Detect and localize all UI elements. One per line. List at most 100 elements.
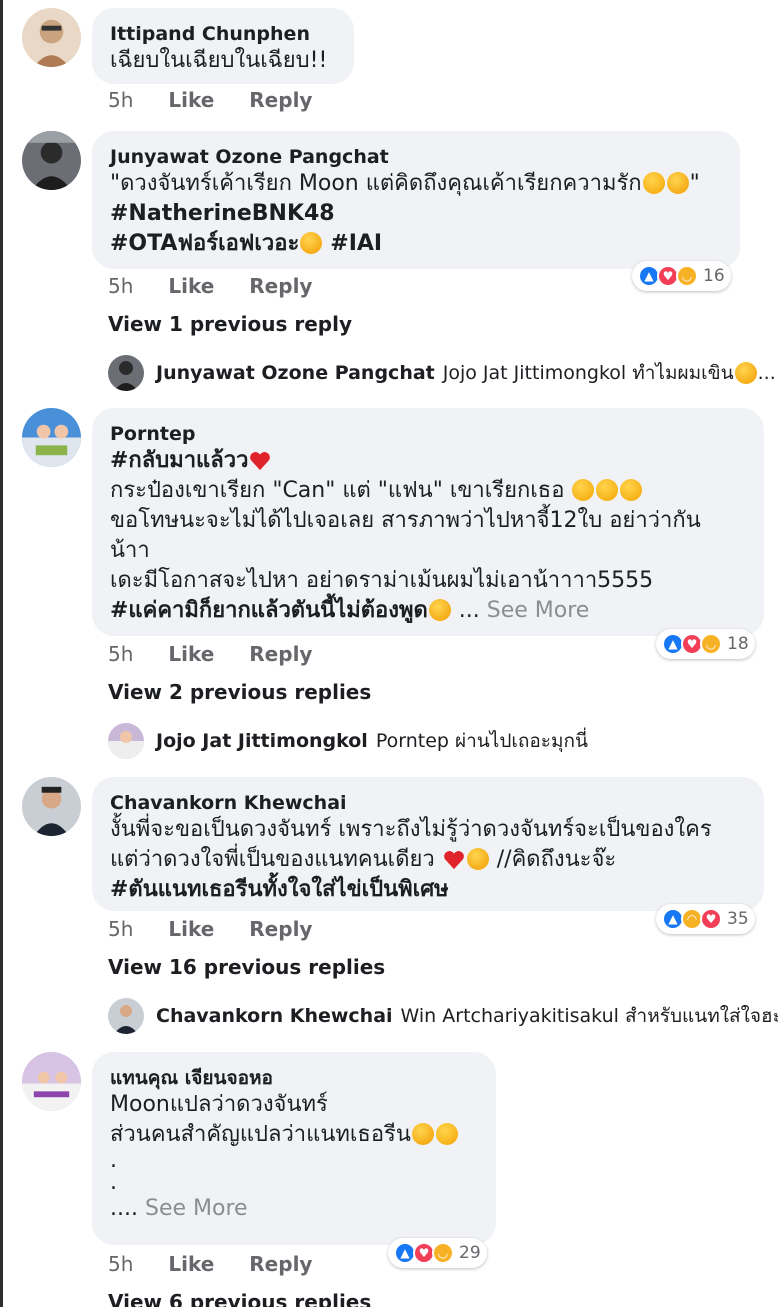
latest-reply[interactable]: Jojo Jat Jittimongkol Porntep ผ่านไปเถอะ… <box>108 723 588 759</box>
comment-meta: 5h Like Reply <box>108 1252 340 1276</box>
avatar[interactable] <box>22 777 81 836</box>
comment-text: แต่ว่าดวงใจพี่เป็นของแนทคนเดียว <box>110 847 435 872</box>
comment-text: เดะมีโอกาสจะไปหา อย่าดราม่าเม้นผมไม่เอาน… <box>110 568 654 593</box>
see-more-link[interactable]: See More <box>145 1196 248 1221</box>
comment-text-line: "ดวงจันทร์เค้าเรียก Moon แต่คิดถึงคุณเค้… <box>110 169 722 199</box>
reactions-badge[interactable]: ▲ ♥ ◡ 18 <box>656 629 755 659</box>
comment-bubble: Ittipand Chunphen เฉียบในเฉียบในเฉียบ!! <box>92 8 354 84</box>
comment-text: " <box>689 171 700 196</box>
reply-button[interactable]: Reply <box>249 642 312 666</box>
comment-author[interactable]: Chavankorn Khewchai <box>110 791 746 815</box>
kissing-face-icon <box>596 479 619 501</box>
see-more-link[interactable]: See More <box>487 598 590 623</box>
avatar[interactable] <box>108 355 144 391</box>
reactions-count: 18 <box>727 634 749 654</box>
latest-reply[interactable]: Junyawat Ozone Pangchat Jojo Jat Jittimo… <box>108 355 776 391</box>
comment-text-line: #แค่คามิก็ยากแล้วตันนี้ไม่ต้องพูด ... Se… <box>110 596 746 626</box>
avatar[interactable] <box>108 723 144 759</box>
avatar[interactable] <box>22 408 81 467</box>
comment-author[interactable]: Ittipand Chunphen <box>110 22 336 46</box>
comment-meta: 5h Like Reply <box>108 642 340 666</box>
reply-text: Porntep ผ่านไปเถอะมุกนี่ <box>375 730 589 752</box>
reply-author[interactable]: Chavankorn Khewchai <box>156 1005 393 1027</box>
like-button[interactable]: Like <box>168 1252 214 1276</box>
like-button[interactable]: Like <box>168 274 214 298</box>
comment-bubble: Porntep #กลับมาแล้วว กระป๋องเขาเรียก "Ca… <box>92 408 764 636</box>
reactions-count: 35 <box>727 909 749 929</box>
love-reaction-icon: ♥ <box>700 908 722 930</box>
red-heart-icon <box>250 452 271 471</box>
grinning-sweat-icon <box>734 362 757 384</box>
hashtag-link[interactable]: #แค่คามิก็ยากแล้วตันนี้ไม่ต้องพูด <box>110 598 428 623</box>
reply-ellipsis: ... <box>757 362 776 384</box>
comment-text: งั้นพี่จะขอเป็นดวงจันทร์ เพราะถึงไม่รู้ว… <box>110 817 712 842</box>
kissing-face-icon <box>572 479 595 501</box>
haha-reaction-icon: ◡ <box>700 633 722 655</box>
reactions-badge[interactable]: ▲ ♥ ◡ 16 <box>632 261 731 291</box>
comment-text-line: #กลับมาแล้วว <box>110 446 746 476</box>
comment-time[interactable]: 5h <box>108 917 133 941</box>
haha-reaction-icon: ◡ <box>432 1242 454 1264</box>
reply-author[interactable]: Junyawat Ozone Pangchat <box>156 362 435 384</box>
comment-text: กระป๋องเขาเรียก "Can" แต่ "แฟน" เขาเรียก… <box>110 478 565 503</box>
comment-text: ขอโทษนะจะไม่ได้ไปเจอเลย สารภาพว่าไปหาจี้… <box>110 508 701 533</box>
comment-text-line: #OTAฟอร์เอฟเวอะ #IAI <box>110 229 722 259</box>
reactions-count: 29 <box>459 1243 481 1263</box>
reactions-badge[interactable]: ▲ ◠ ♥ 35 <box>656 904 755 934</box>
comment-time[interactable]: 5h <box>108 642 133 666</box>
avatar[interactable] <box>108 998 144 1034</box>
reply-button[interactable]: Reply <box>249 88 312 112</box>
view-previous-replies-link[interactable]: View 1 previous reply <box>108 312 352 336</box>
comment-text-line: แต่ว่าดวงใจพี่เป็นของแนทคนเดียว //คิดถึง… <box>110 845 746 875</box>
hashtag-link[interactable]: #NatherineBNK48 <box>110 199 722 229</box>
hashtag-link[interactable]: #กลับมาแล้วว <box>110 448 248 473</box>
heart-eyes-icon <box>435 1123 458 1145</box>
like-button[interactable]: Like <box>168 917 214 941</box>
grinning-sweat-icon <box>411 1123 434 1145</box>
hashtag-link[interactable]: #IAI <box>330 231 382 256</box>
comment-text: . <box>110 1170 117 1195</box>
comment-bubble: Junyawat Ozone Pangchat "ดวงจันทร์เค้าเร… <box>92 131 740 269</box>
comment-meta: 5h Like Reply <box>108 917 340 941</box>
reactions-badge[interactable]: ▲ ♥ ◡ 29 <box>388 1238 487 1268</box>
ellipsis: ... <box>458 598 480 623</box>
reply-button[interactable]: Reply <box>249 1252 312 1276</box>
comment-bubble: แทนคุณ เจียนจอหอ Moonแปลว่าดวงจันทร์ ส่ว… <box>92 1052 496 1245</box>
victory-hand-icon <box>428 599 451 621</box>
reply-button[interactable]: Reply <box>249 274 312 298</box>
reply-author[interactable]: Jojo Jat Jittimongkol <box>156 730 368 752</box>
view-previous-replies-link[interactable]: View 2 previous replies <box>108 680 371 704</box>
comment-text-line: .... See More <box>110 1194 478 1224</box>
reactions-count: 16 <box>703 266 725 286</box>
comment-meta: 5h Like Reply <box>108 274 340 298</box>
comment-text: //คิดถึงนะจ๊ะ <box>496 847 617 872</box>
comment-author[interactable]: Porntep <box>110 422 746 446</box>
avatar[interactable] <box>22 8 81 67</box>
latest-reply[interactable]: Chavankorn Khewchai Win Artchariyakitisa… <box>108 998 778 1034</box>
kissing-face-icon <box>620 479 643 501</box>
moon-face-icon <box>466 848 489 870</box>
comment-text: น้าา <box>110 538 150 563</box>
comment-meta: 5h Like Reply <box>108 88 340 112</box>
haha-reaction-icon: ◡ <box>676 265 698 287</box>
avatar[interactable] <box>22 1052 81 1111</box>
hashtag-link[interactable]: #OTAฟอร์เอฟเวอะ <box>110 231 299 256</box>
view-previous-replies-link[interactable]: View 16 previous replies <box>108 955 385 979</box>
comment-author[interactable]: Junyawat Ozone Pangchat <box>110 145 722 169</box>
avatar[interactable] <box>22 131 81 190</box>
view-previous-replies-link[interactable]: View 6 previous replies <box>108 1290 371 1307</box>
hashtag-link[interactable]: #ตันแนทเธอรีนทั้งใจใส่ไข่เป็นพิเศษ <box>110 875 746 905</box>
comment-text: ส่วนคนสำคัญแปลว่าแนทเธอรีน <box>110 1122 411 1147</box>
kissing-face-icon <box>642 172 665 194</box>
comment-author[interactable]: แทนคุณ เจียนจอหอ <box>110 1066 478 1090</box>
like-button[interactable]: Like <box>168 642 214 666</box>
comment-time[interactable]: 5h <box>108 274 133 298</box>
comment-text: Moonแปลว่าดวงจันทร์ <box>110 1092 328 1117</box>
like-button[interactable]: Like <box>168 88 214 112</box>
reply-button[interactable]: Reply <box>249 917 312 941</box>
comment-time[interactable]: 5h <box>108 1252 133 1276</box>
comment-time[interactable]: 5h <box>108 88 133 112</box>
comment-text-line: กระป๋องเขาเรียก "Can" แต่ "แฟน" เขาเรียก… <box>110 476 746 506</box>
comment-text: เฉียบในเฉียบในเฉียบ!! <box>110 48 328 73</box>
angry-face-icon <box>300 232 323 254</box>
